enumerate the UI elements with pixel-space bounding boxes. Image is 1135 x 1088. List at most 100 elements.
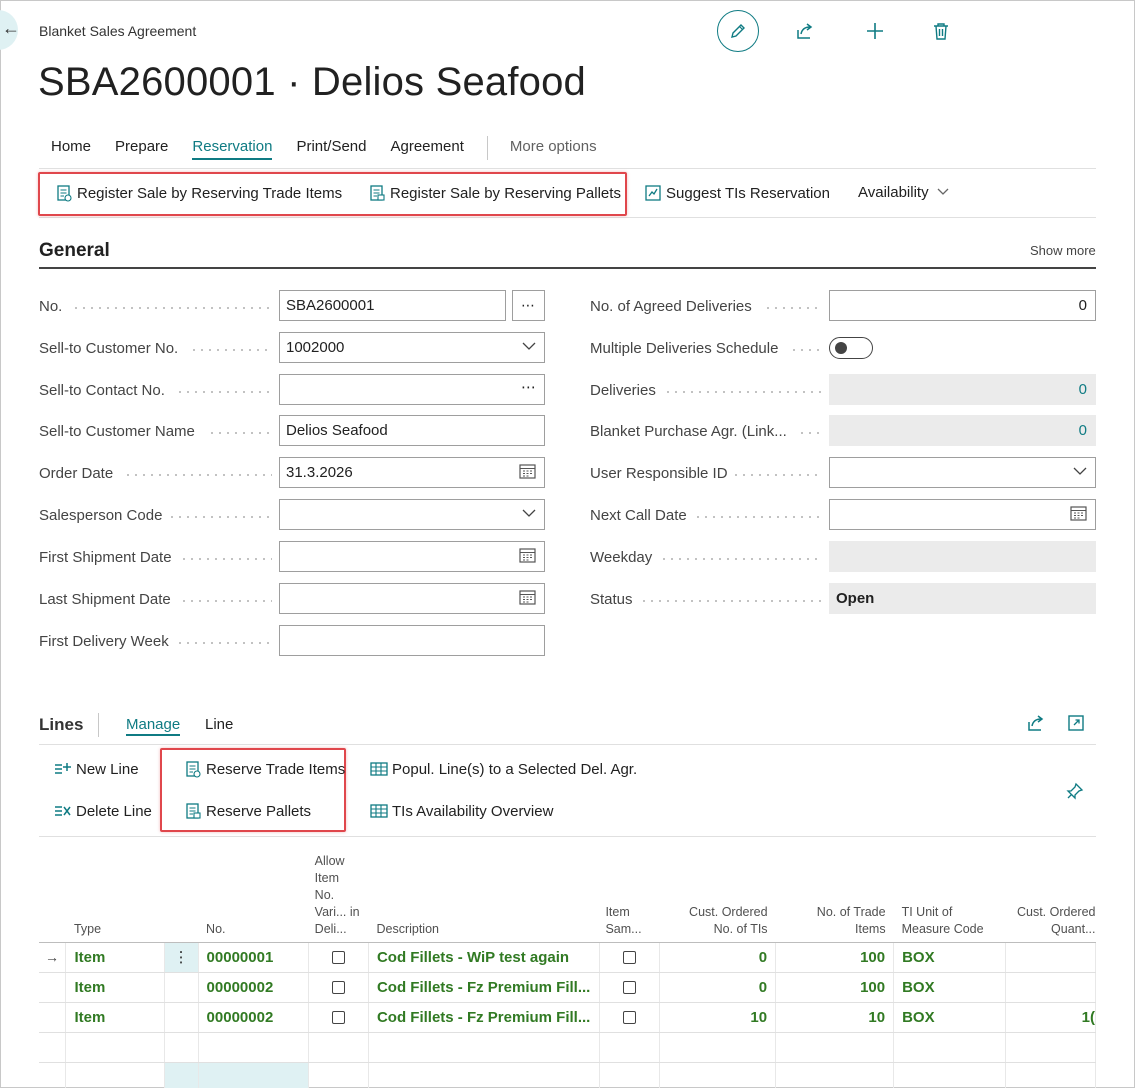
tab-reservation[interactable]: Reservation <box>192 138 273 160</box>
sell-to-customer-no-field[interactable]: 1002000 <box>279 332 545 363</box>
cell-cust-ordered-qty[interactable]: 1( <box>1005 1002 1096 1033</box>
no-of-agreed-deliveries-field[interactable]: 0 <box>829 290 1096 321</box>
first-shipment-date-field[interactable] <box>279 541 545 572</box>
cell-ti-uom[interactable]: BOX <box>893 1002 1007 1033</box>
lines-share-button[interactable] <box>1026 714 1046 737</box>
calendar-icon[interactable] <box>519 547 536 567</box>
sell-to-contact-no-field[interactable]: ⋯ <box>279 374 545 405</box>
cell-trade-items[interactable]: 100 <box>775 972 895 1003</box>
cell-type[interactable]: Item <box>65 972 165 1003</box>
cell-description[interactable]: Cod Fillets - Fz Premium Fill... <box>368 972 600 1003</box>
cell-cust-ordered-tis[interactable]: 0 <box>659 972 777 1003</box>
cell-item-sample[interactable] <box>599 972 660 1003</box>
new-button[interactable] <box>862 18 888 44</box>
cell-cust-ordered-qty[interactable] <box>1005 942 1096 973</box>
more-options-button[interactable]: More options <box>498 138 597 160</box>
col-header-cust-ordered-qty[interactable]: Cust. Ordered Quant... <box>1005 838 1096 943</box>
tis-availability-overview-button[interactable]: TIs Availability Overview <box>370 802 553 820</box>
table-row[interactable]: Item 00000002 Cod Fillets - Fz Premium F… <box>39 972 1096 1003</box>
row-actions-button[interactable]: ⋮ <box>164 942 199 973</box>
document-register-icon <box>368 184 386 202</box>
col-header-ti-uom[interactable]: TI Unit of Measure Code <box>893 838 1006 943</box>
table-row-empty[interactable] <box>39 1032 1096 1063</box>
last-shipment-date-field[interactable] <box>279 583 545 614</box>
cell-type[interactable]: Item <box>65 1002 165 1033</box>
col-header-type[interactable]: Type <box>65 838 165 943</box>
suggest-tis-reservation-button[interactable]: Suggest TIs Reservation <box>644 184 830 202</box>
leader-dots <box>180 558 272 560</box>
cell-description[interactable]: Cod Fillets - Fz Premium Fill... <box>368 1002 600 1033</box>
availability-menu[interactable]: Availability <box>858 184 949 201</box>
empty-cell <box>775 1032 895 1063</box>
cell-description[interactable]: Cod Fillets - WiP test again <box>368 942 600 973</box>
blanket-purchase-agr-value[interactable]: 0 <box>1079 422 1087 439</box>
table-row-empty[interactable] <box>39 1062 1096 1088</box>
cell-trade-items[interactable]: 100 <box>775 942 895 973</box>
share-button[interactable] <box>792 18 818 44</box>
tab-print-send[interactable]: Print/Send <box>296 138 366 160</box>
order-date-field[interactable]: 31.3.2026 <box>279 457 545 488</box>
checkbox[interactable] <box>332 1011 346 1025</box>
new-line-button[interactable]: New Line <box>54 760 139 778</box>
user-responsible-id-field[interactable] <box>829 457 1096 488</box>
delete-button[interactable] <box>928 18 954 44</box>
show-more-link[interactable]: Show more <box>1030 243 1096 258</box>
cell-allow-variant[interactable] <box>308 942 369 973</box>
deliveries-value[interactable]: 0 <box>1079 381 1087 398</box>
no-field[interactable]: SBA2600001 <box>279 290 506 321</box>
lines-tab-line[interactable]: Line <box>205 716 233 733</box>
sell-to-customer-name-field[interactable]: Delios Seafood <box>279 415 545 446</box>
checkbox[interactable] <box>332 951 346 965</box>
calendar-icon[interactable] <box>519 589 536 609</box>
cell-cust-ordered-tis[interactable]: 10 <box>659 1002 777 1033</box>
cell-no[interactable]: 00000002 <box>198 1002 310 1033</box>
checkbox[interactable] <box>622 981 636 995</box>
popul-lines-button[interactable]: Popul. Line(s) to a Selected Del. Agr. <box>370 760 637 778</box>
reserve-trade-items-button[interactable]: Reserve Trade Items <box>184 760 345 778</box>
edit-button[interactable] <box>717 10 759 52</box>
cell-item-sample[interactable] <box>599 942 660 973</box>
col-header-description[interactable]: Description <box>368 838 600 943</box>
next-call-date-field[interactable] <box>829 499 1096 530</box>
calendar-icon[interactable] <box>519 463 536 483</box>
cell-allow-variant[interactable] <box>308 1002 369 1033</box>
table-row[interactable]: Item 00000002 Cod Fillets - Fz Premium F… <box>39 1002 1096 1033</box>
table-row[interactable]: → Item ⋮ 00000001 Cod Fillets - WiP test… <box>39 942 1096 973</box>
tab-agreement[interactable]: Agreement <box>390 138 463 160</box>
cell-ti-uom[interactable]: BOX <box>893 972 1007 1003</box>
tab-home[interactable]: Home <box>39 138 91 160</box>
col-header-cust-ordered-tis[interactable]: Cust. Ordered No. of TIs <box>659 838 776 943</box>
cell-cust-ordered-tis[interactable]: 0 <box>659 942 777 973</box>
checkbox[interactable] <box>622 951 636 965</box>
first-delivery-week-field[interactable] <box>279 625 545 656</box>
salesperson-code-field[interactable] <box>279 499 545 530</box>
multiple-deliveries-toggle[interactable] <box>829 337 873 359</box>
register-sale-trade-items-button[interactable]: Register Sale by Reserving Trade Items <box>55 184 342 202</box>
cell-no[interactable]: 00000002 <box>198 972 310 1003</box>
delete-line-button[interactable]: Delete Line <box>54 802 152 820</box>
reserve-trade-items-label: Reserve Trade Items <box>206 760 346 778</box>
col-header-item-sample[interactable]: Item Sam... <box>599 838 660 943</box>
general-section-title: General <box>39 240 110 261</box>
assist-edit-button[interactable]: ⋯ <box>512 290 545 321</box>
calendar-icon[interactable] <box>1070 505 1087 525</box>
cell-type[interactable]: Item <box>65 942 165 973</box>
checkbox[interactable] <box>332 981 346 995</box>
col-header-no[interactable]: No. <box>198 838 309 943</box>
col-header-allow-variant[interactable]: Allow Item No. Vari... in Deli... <box>308 838 369 943</box>
reserve-pallets-button[interactable]: Reserve Pallets <box>184 802 311 820</box>
leader-dots <box>176 391 272 393</box>
lines-expand-button[interactable] <box>1067 714 1085 737</box>
cell-item-sample[interactable] <box>599 1002 660 1033</box>
cell-trade-items[interactable]: 10 <box>775 1002 895 1033</box>
col-header-trade-items[interactable]: No. of Trade Items <box>775 838 894 943</box>
cell-allow-variant[interactable] <box>308 972 369 1003</box>
cell-cust-ordered-qty[interactable] <box>1005 972 1096 1003</box>
cell-ti-uom[interactable]: BOX <box>893 942 1007 973</box>
tab-prepare[interactable]: Prepare <box>115 138 168 160</box>
pin-button[interactable] <box>1066 782 1084 805</box>
lines-tab-manage[interactable]: Manage <box>126 716 181 736</box>
register-sale-pallets-button[interactable]: Register Sale by Reserving Pallets <box>368 184 621 202</box>
checkbox[interactable] <box>622 1011 636 1025</box>
cell-no[interactable]: 00000001 <box>198 942 310 973</box>
